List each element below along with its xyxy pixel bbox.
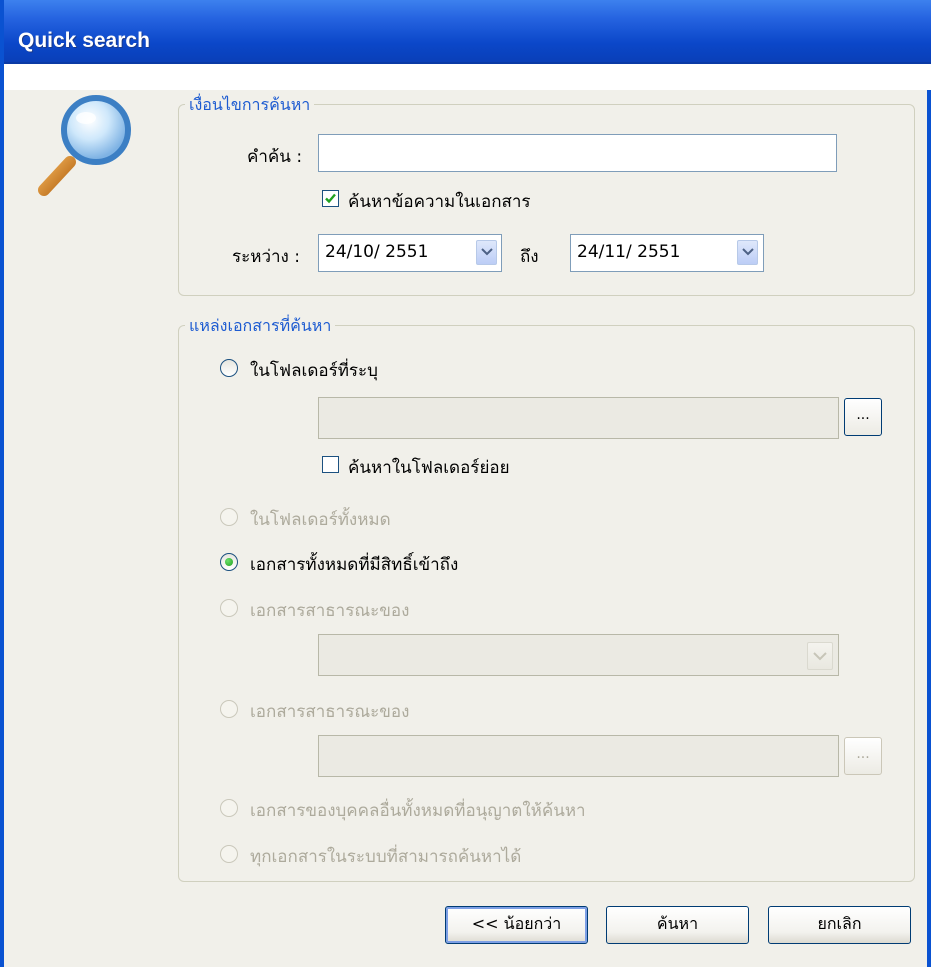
- search-conditions-legend: เงื่อนไขการค้นหา: [185, 93, 315, 118]
- chevron-down-icon: [481, 248, 493, 256]
- date-to-picker[interactable]: 24/11/ 2551: [570, 234, 764, 272]
- title-bar[interactable]: Quick search: [4, 0, 931, 90]
- chevron-down-icon: [813, 652, 827, 661]
- public-docs-2-label[interactable]: เอกสารสาธารณะของ: [250, 698, 409, 725]
- specified-folder-label[interactable]: ในโฟลเดอร์ที่ระบุ: [250, 357, 378, 384]
- public-owner-select[interactable]: [318, 634, 839, 676]
- magnifier-icon: [38, 95, 131, 196]
- radio-selected-dot: [225, 558, 233, 566]
- less-button[interactable]: << น้อยกว่า: [445, 906, 588, 944]
- window-title: Quick search: [18, 29, 150, 52]
- public-path-field[interactable]: [318, 735, 839, 777]
- all-folders-label[interactable]: ในโฟลเดอร์ทั้งหมด: [250, 506, 391, 533]
- search-text-label[interactable]: ค้นหาข้อความในเอกสาร: [348, 188, 531, 215]
- chevron-down-icon: [742, 248, 754, 256]
- all-accessible-label[interactable]: เอกสารทั้งหมดที่มีสิทธิ์เข้าถึง: [250, 551, 458, 578]
- date-to-value: 24/11/ 2551: [577, 242, 681, 262]
- keyword-label: คำค้น :: [247, 147, 303, 167]
- radio-all-system-docs[interactable]: [220, 845, 238, 863]
- checkmark-icon: [325, 193, 336, 204]
- date-from-value: 24/10/ 2551: [325, 242, 429, 262]
- subfolders-label[interactable]: ค้นหาในโฟลเดอร์ย่อย: [348, 454, 510, 481]
- date-from-dropdown-button[interactable]: [476, 240, 497, 265]
- folder-path-field[interactable]: [318, 397, 839, 439]
- to-label: ถึง: [520, 247, 539, 267]
- date-from-picker[interactable]: 24/10/ 2551: [318, 234, 502, 272]
- radio-public-docs-1[interactable]: [220, 599, 238, 617]
- radio-public-docs-2[interactable]: [220, 700, 238, 718]
- quick-search-dialog: Quick search เงื่อนไขการค้นหา คำค้น : ค้…: [0, 0, 931, 967]
- date-to-dropdown-button[interactable]: [737, 240, 758, 265]
- cancel-button[interactable]: ยกเลิก: [768, 906, 911, 944]
- search-button[interactable]: ค้นหา: [606, 906, 749, 944]
- radio-specified-folder[interactable]: [220, 359, 238, 377]
- public-owner-dropdown-button[interactable]: [807, 642, 833, 670]
- subfolders-checkbox[interactable]: [322, 456, 339, 473]
- radio-all-folders[interactable]: [220, 508, 238, 526]
- all-system-docs-label[interactable]: ทุกเอกสารในระบบที่สามารถค้นหาได้: [250, 843, 521, 870]
- search-text-checkbox[interactable]: [322, 190, 339, 207]
- radio-others-docs[interactable]: [220, 799, 238, 817]
- keyword-input[interactable]: [318, 134, 837, 172]
- browse-folder-button[interactable]: ...: [844, 398, 882, 436]
- browse-public-button[interactable]: ...: [844, 737, 882, 775]
- between-label: ระหว่าง :: [232, 247, 300, 267]
- public-docs-1-label[interactable]: เอกสารสาธารณะของ: [250, 597, 409, 624]
- radio-all-accessible[interactable]: [220, 553, 238, 571]
- others-docs-label[interactable]: เอกสารของบุคคลอื่นทั้งหมดที่อนุญาตให้ค้น…: [250, 797, 586, 824]
- document-sources-legend: แหล่งเอกสารที่ค้นหา: [185, 314, 336, 339]
